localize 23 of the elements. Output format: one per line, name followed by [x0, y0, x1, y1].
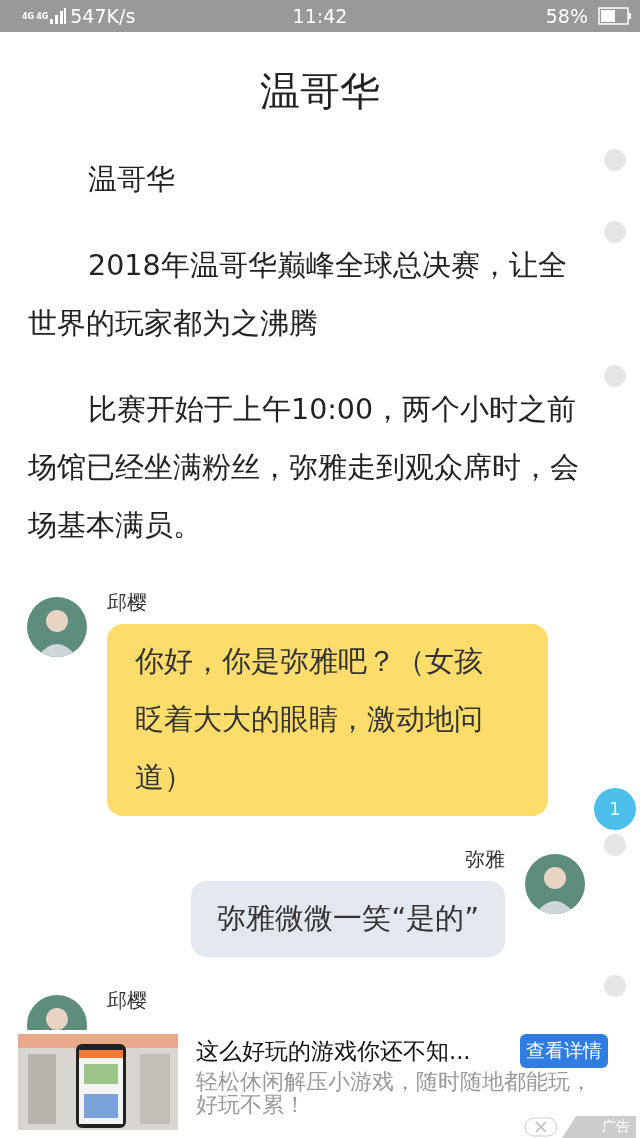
sender-name: 弥雅	[465, 846, 505, 873]
sender-name: 邱樱	[107, 589, 147, 616]
network-label: 4G	[22, 11, 35, 21]
battery-percent: 58%	[545, 5, 588, 27]
clock: 11:42	[292, 5, 348, 27]
avatar	[525, 854, 585, 914]
ad-description: 轻松休闲解压小游戏，随时随地都能玩，好玩不累！	[196, 1070, 593, 1116]
sender-name: 邱樱	[107, 987, 147, 1014]
message-bubble: 你好，你是弥雅吧？（女孩眨着大大的眼睛，激动地问道）	[107, 624, 548, 816]
paragraph: 2018年温哥华巅峰全球总决赛，让全世界的玩家都为之沸腾	[0, 237, 640, 353]
unread-badge: 1	[594, 788, 636, 830]
battery-icon	[598, 7, 632, 25]
paragraph: 温哥华	[0, 151, 640, 209]
avatar	[27, 597, 87, 657]
ad-title: 这么好玩的游戏你还不知...	[196, 1036, 471, 1066]
network-speed: 547K/s	[70, 5, 136, 27]
network-label: 4G	[36, 11, 49, 21]
message-bubble: 弥雅微微一笑“是的”	[191, 881, 505, 957]
paragraph: 比赛开始于上午10:00，两个小时之前场馆已经坐满粉丝，弥雅走到观众席时，会场基本满员。	[0, 381, 640, 555]
page-title: 温哥华	[259, 67, 381, 116]
signal-icon	[50, 8, 67, 24]
details-button[interactable]: 查看详情	[520, 1034, 608, 1068]
close-icon[interactable]	[524, 1117, 558, 1137]
